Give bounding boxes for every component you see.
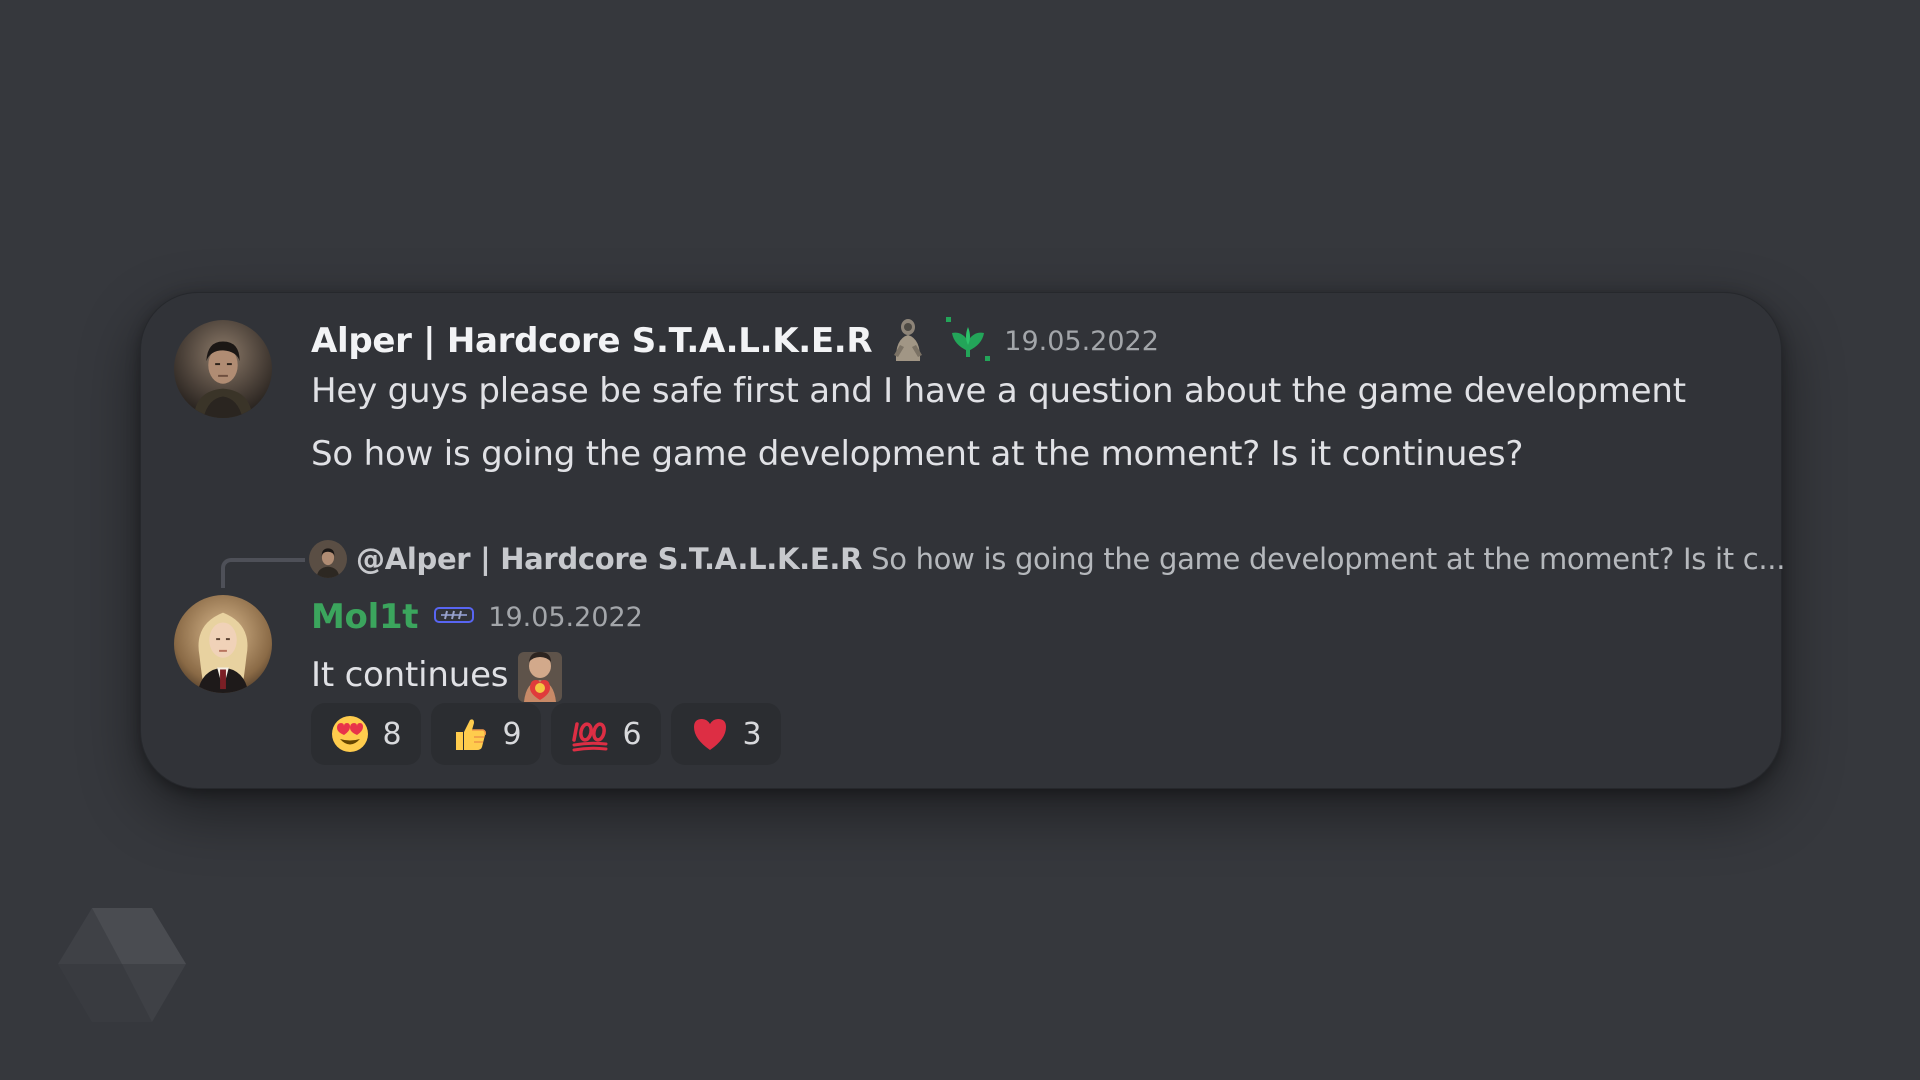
hypesquad-growth-icon [944,315,992,367]
cube-logo-icon [58,908,186,1022]
reply-reference[interactable]: @Alper | Hardcore S.T.A.L.K.E.R So how i… [309,537,1785,581]
reaction-count: 6 [622,716,642,752]
message-text-row: It continues [311,648,568,702]
screen: Alper | Hardcore S.T.A.L.K.E.R 19.05.202… [0,0,1920,1080]
avatar[interactable] [174,320,272,418]
timestamp[interactable]: 19.05.2022 [1004,326,1159,357]
timestamp[interactable]: 19.05.2022 [488,602,643,633]
reactions-bar: 8 9 6 3 [311,703,781,765]
reaction-thumbs-up[interactable]: 9 [431,703,541,765]
message-header: Alper | Hardcore S.T.A.L.K.E.R 19.05.202… [311,315,1159,367]
hundred-points-icon [570,714,610,754]
reply-mention[interactable]: @Alper | Hardcore S.T.A.L.K.E.R [356,542,862,576]
reaction-heart[interactable]: 3 [671,703,781,765]
message-text: Hey guys please be safe first and I have… [311,371,1686,411]
reply-preview-text: So how is going the game development at … [871,542,1786,576]
avatar[interactable] [174,595,272,693]
message-text: It continues [311,655,509,695]
reaction-count: 9 [502,716,522,752]
red-heart-icon [690,714,730,754]
username[interactable]: Mol1t [311,597,419,637]
username[interactable]: Alper | Hardcore S.T.A.L.K.E.R [311,321,873,361]
message-card: Alper | Hardcore S.T.A.L.K.E.R 19.05.202… [140,292,1785,789]
message-text: So how is going the game development at … [311,434,1524,474]
thumbs-up-icon [450,714,490,754]
reaction-count: 3 [742,716,762,752]
heart-eyes-icon [330,714,370,754]
reaction-count: 8 [382,716,402,752]
reaction-heart-eyes[interactable]: 8 [311,703,421,765]
message-header: Mol1t 19.05.2022 [311,593,643,641]
nitro-badge-icon [432,601,476,633]
reply-avatar [309,540,347,578]
reaction-hundred[interactable]: 6 [551,703,661,765]
stalker-figure-icon [886,315,930,367]
custom-emoji-icon[interactable] [512,648,568,702]
reply-spine [221,558,305,588]
